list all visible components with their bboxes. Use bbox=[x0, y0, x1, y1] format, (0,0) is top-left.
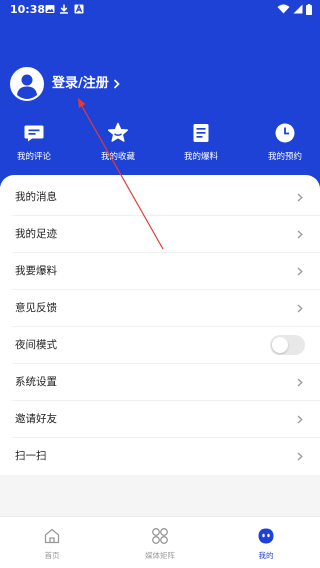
quick-action-label: 我的收藏 bbox=[100, 152, 135, 162]
comment-icon bbox=[24, 125, 44, 142]
menu-item-history[interactable]: 我的足迹 bbox=[0, 216, 320, 253]
tab-media-matrix[interactable]: 媒体矩阵 bbox=[130, 527, 190, 561]
menu-item-settings[interactable]: 系统设置 bbox=[0, 364, 320, 401]
menu-item-label: 扫一扫 bbox=[15, 449, 47, 462]
menu-item-label: 夜间模式 bbox=[15, 338, 57, 351]
image-icon bbox=[45, 5, 55, 13]
menu-item-label: 意见反馈 bbox=[15, 301, 57, 314]
tab-mine[interactable]: 我的 bbox=[236, 527, 296, 561]
quick-action-reports[interactable]: 我的爆料 bbox=[169, 122, 233, 163]
bottom-tab-bar: 首页 媒体矩阵 我的 bbox=[0, 516, 320, 568]
clock-icon bbox=[275, 123, 295, 143]
chevron-right-icon bbox=[297, 452, 303, 460]
grid-icon bbox=[152, 528, 168, 544]
signal-icon bbox=[293, 4, 303, 14]
star-icon bbox=[107, 122, 129, 142]
menu-item-label: 我的消息 bbox=[15, 190, 57, 203]
quick-action-appointments[interactable]: 我的预约 bbox=[253, 122, 317, 163]
chevron-right-icon bbox=[297, 415, 303, 423]
battery-icon bbox=[306, 4, 312, 15]
menu-item-label: 我要爆料 bbox=[15, 264, 57, 277]
download-icon bbox=[60, 4, 68, 14]
chevron-right-icon bbox=[297, 267, 303, 275]
tab-home[interactable]: 首页 bbox=[22, 527, 82, 561]
menu-item-label: 系统设置 bbox=[15, 375, 57, 388]
quick-action-label: 我的爆料 bbox=[183, 152, 218, 162]
tab-label: 媒体矩阵 bbox=[145, 551, 175, 560]
night-mode-toggle[interactable] bbox=[270, 335, 305, 355]
quick-action-label: 我的评论 bbox=[16, 152, 51, 162]
face-icon bbox=[258, 528, 274, 544]
chevron-right-icon bbox=[113, 79, 120, 89]
menu-item-feedback[interactable]: 意见反馈 bbox=[0, 290, 320, 327]
toggle-knob bbox=[272, 337, 288, 353]
menu-item-submit-tip[interactable]: 我要爆料 bbox=[0, 253, 320, 290]
profile-header: 10:38 登录/注册 我的评论 我的收藏 我的爆料 我的预约 bbox=[0, 0, 320, 200]
status-time: 10:38 bbox=[10, 3, 46, 16]
chevron-right-icon bbox=[297, 304, 303, 312]
wifi-icon bbox=[277, 4, 290, 14]
tab-label: 首页 bbox=[44, 551, 60, 560]
tab-label: 我的 bbox=[258, 551, 274, 560]
menu-item-label: 邀请好友 bbox=[15, 412, 57, 425]
menu-item-night-mode: 夜间模式 bbox=[0, 327, 320, 364]
menu-item-invite-friends[interactable]: 邀请好友 bbox=[0, 401, 320, 438]
quick-action-comments[interactable]: 我的评论 bbox=[2, 122, 66, 163]
home-icon bbox=[44, 528, 60, 544]
user-avatar-icon[interactable] bbox=[10, 67, 44, 101]
login-register-link[interactable]: 登录/注册 bbox=[52, 76, 109, 92]
chevron-right-icon bbox=[297, 230, 303, 238]
report-icon bbox=[193, 124, 209, 142]
menu-item-scan[interactable]: 扫一扫 bbox=[0, 438, 320, 475]
menu-item-messages[interactable]: 我的消息 bbox=[0, 179, 320, 216]
menu-card: 我的消息 我的足迹 我要爆料 意见反馈 夜间模式 系统设置 邀请好友 扫一扫 bbox=[0, 175, 320, 475]
quick-action-favorites[interactable]: 我的收藏 bbox=[86, 122, 150, 163]
quick-action-label: 我的预约 bbox=[267, 152, 302, 162]
chevron-right-icon bbox=[297, 193, 303, 201]
chevron-right-icon bbox=[297, 378, 303, 386]
a-icon bbox=[74, 4, 84, 14]
menu-item-label: 我的足迹 bbox=[15, 227, 57, 240]
